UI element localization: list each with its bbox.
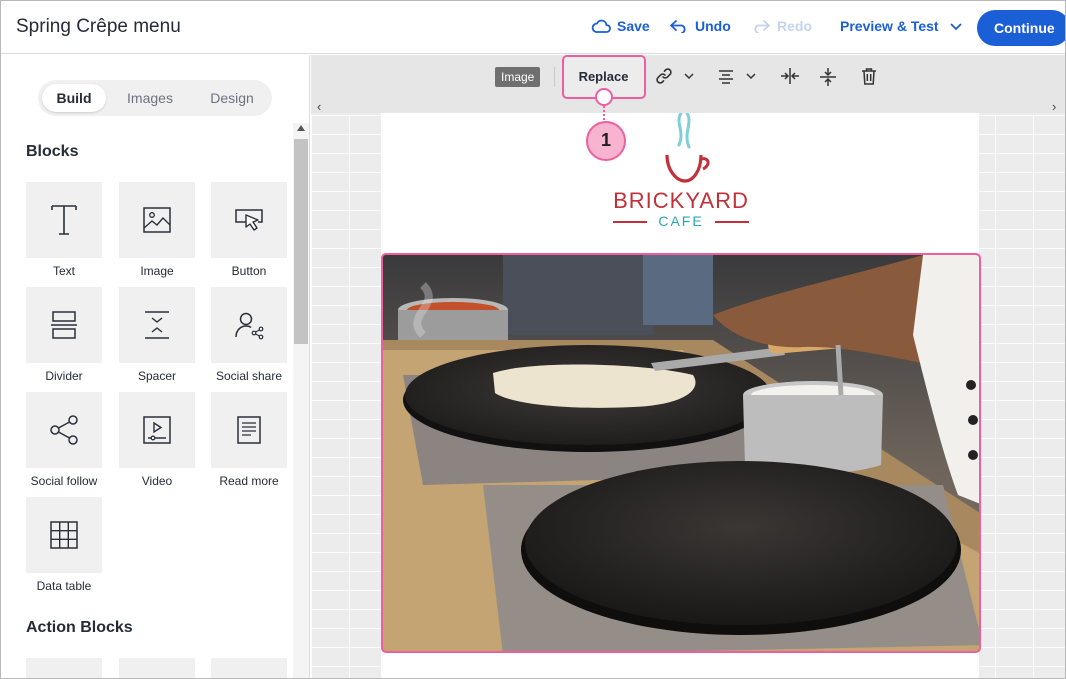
- divider-icon: [51, 311, 77, 339]
- link-icon[interactable]: [655, 67, 673, 85]
- scroll-left-icon[interactable]: ‹: [317, 99, 321, 114]
- action-block-tile[interactable]: [119, 658, 195, 678]
- block-video[interactable]: Video: [119, 392, 195, 488]
- align-center-icon[interactable]: [717, 67, 735, 85]
- page-title: Spring Crêpe menu: [16, 16, 181, 37]
- logo-wordmark: BRICKYARD: [613, 188, 749, 213]
- action-blocks-heading: Action Blocks: [26, 619, 133, 636]
- tab-design[interactable]: Design: [196, 84, 268, 112]
- editor-window: Spring Crêpe menu Save Undo Redo Preview…: [0, 0, 1066, 679]
- selected-block-badge: Image: [495, 67, 541, 87]
- block-label: Image: [140, 264, 174, 278]
- chevron-down-icon[interactable]: [683, 71, 695, 81]
- blocks-heading: Blocks: [26, 143, 79, 160]
- block-label: Text: [52, 264, 75, 278]
- callout-connector: [603, 106, 605, 120]
- data-table-icon: [50, 521, 78, 549]
- chevron-down-icon: [949, 23, 962, 31]
- sidebar-scroll-thumb[interactable]: [294, 139, 308, 344]
- callout-number-badge: 1: [586, 121, 626, 161]
- block-read-more[interactable]: Read more: [211, 392, 287, 488]
- cloud-icon: [591, 19, 611, 33]
- vertical-resize-icon[interactable]: [819, 67, 837, 87]
- spacer-icon: [145, 311, 169, 339]
- top-bar: Spring Crêpe menu Save Undo Redo Preview…: [1, 1, 1065, 54]
- save-button[interactable]: Save: [591, 18, 650, 34]
- social-follow-icon: [50, 415, 78, 445]
- block-image[interactable]: Image: [119, 182, 195, 278]
- undo-label: Undo: [695, 18, 731, 34]
- action-block-tile[interactable]: [26, 658, 102, 678]
- preview-label: Preview & Test: [840, 18, 939, 34]
- sidebar-tabs: Build Images Design: [38, 80, 272, 116]
- tab-images[interactable]: Images: [114, 84, 186, 112]
- block-button[interactable]: Button: [211, 182, 287, 278]
- brand-logo[interactable]: BRICKYARD CAFE: [611, 113, 751, 233]
- trash-icon[interactable]: [861, 67, 877, 85]
- block-spacer[interactable]: Spacer: [119, 287, 195, 383]
- action-block-tile[interactable]: [211, 658, 287, 678]
- preview-test-button[interactable]: Preview & Test: [840, 18, 963, 34]
- block-label: Video: [141, 474, 173, 488]
- tab-build[interactable]: Build: [42, 84, 106, 112]
- block-label: Social follow: [30, 474, 98, 488]
- chevron-down-icon[interactable]: [745, 71, 757, 81]
- horizontal-resize-icon[interactable]: [780, 67, 800, 85]
- block-label: Button: [231, 264, 267, 278]
- block-social-follow[interactable]: Social follow: [26, 392, 102, 488]
- save-label: Save: [617, 18, 650, 34]
- email-body: BRICKYARD CAFE: [381, 113, 981, 678]
- continue-button[interactable]: Continue: [977, 10, 1065, 46]
- block-label: Read more: [219, 474, 279, 488]
- undo-icon: [670, 20, 686, 33]
- redo-button[interactable]: Redo: [751, 18, 812, 34]
- block-data-table[interactable]: Data table: [26, 497, 102, 593]
- redo-label: Redo: [777, 18, 812, 34]
- scroll-right-icon[interactable]: ›: [1052, 99, 1056, 114]
- read-more-icon: [237, 416, 261, 444]
- coffee-cup-icon: [665, 113, 710, 183]
- sidebar: Build Images Design Blocks Text Image Bu…: [1, 55, 310, 678]
- toolbar-divider: [554, 67, 555, 87]
- scroll-up-arrow-icon[interactable]: [297, 125, 305, 131]
- image-icon: [143, 207, 171, 233]
- selected-image-block[interactable]: [381, 253, 981, 653]
- callout-anchor: [595, 88, 613, 106]
- block-label: Data table: [36, 579, 92, 593]
- block-divider[interactable]: Divider: [26, 287, 102, 383]
- replace-label: Replace: [578, 69, 629, 84]
- editor-canvas: Image Replace ‹ › BRICKYARD CAFE 1: [311, 55, 1065, 678]
- block-text[interactable]: Text: [26, 182, 102, 278]
- block-label: Social share: [215, 369, 283, 383]
- image-toolbar: Image Replace ‹ ›: [311, 55, 1065, 114]
- social-share-icon: [235, 312, 264, 340]
- button-icon: [235, 209, 263, 231]
- block-label: Spacer: [137, 369, 177, 383]
- video-icon: [143, 416, 171, 444]
- crepe-cooking-photo: [383, 255, 979, 651]
- logo-rule: [715, 221, 749, 223]
- text-icon: [51, 205, 77, 235]
- block-label: Divider: [45, 369, 83, 383]
- undo-button[interactable]: Undo: [669, 18, 731, 34]
- block-social-share[interactable]: Social share: [211, 287, 287, 383]
- redo-icon: [754, 20, 770, 33]
